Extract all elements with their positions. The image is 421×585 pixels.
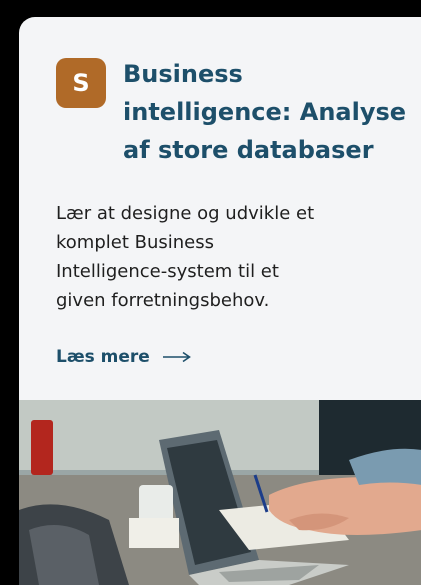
course-image xyxy=(19,400,421,585)
badge-letter: S xyxy=(72,69,90,97)
course-title[interactable]: Business intelligence: Analyse af store … xyxy=(123,55,413,169)
read-more-label: Læs mere xyxy=(56,347,150,367)
read-more-link[interactable]: Læs mere xyxy=(56,347,192,367)
course-description: Lær at designe og udvikle et komplet Bus… xyxy=(56,203,315,311)
course-badge: S xyxy=(56,58,106,108)
course-card[interactable]: S Business intelligence: Analyse af stor… xyxy=(19,17,421,585)
arrow-right-icon xyxy=(162,351,192,363)
